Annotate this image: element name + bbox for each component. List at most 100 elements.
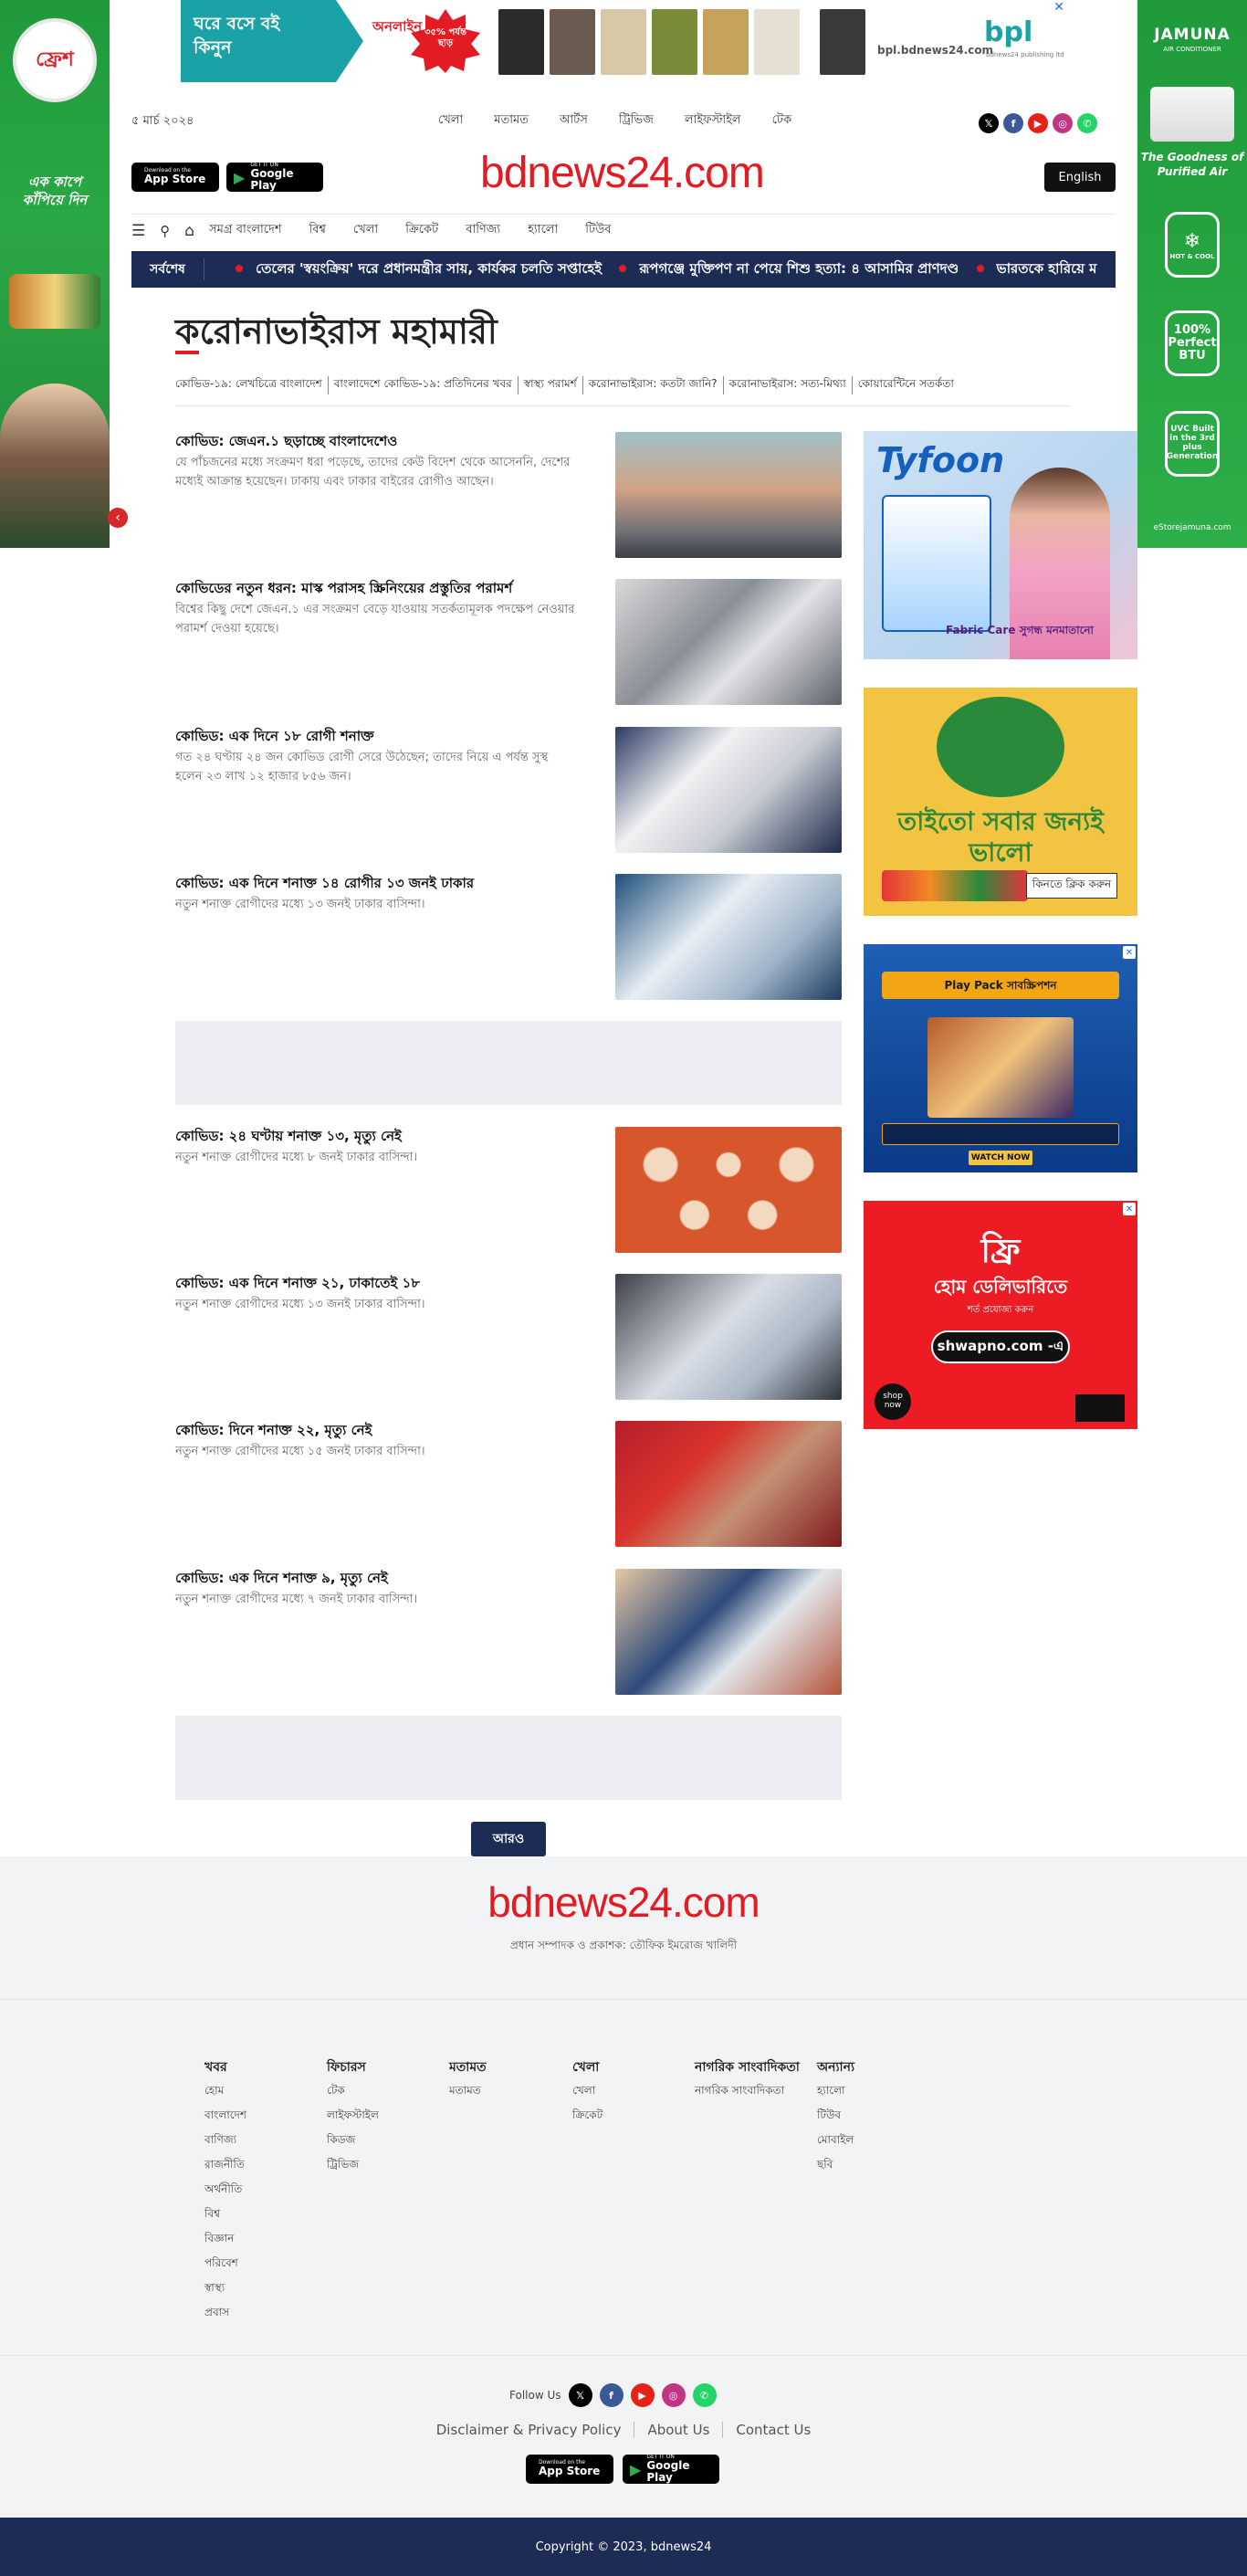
home-icon[interactable]: ⌂ xyxy=(184,222,194,240)
watch-now-button[interactable]: WATCH NOW xyxy=(969,1151,1032,1165)
nav-item[interactable]: বিশ্ব xyxy=(309,221,326,240)
nav-item[interactable]: টিউব xyxy=(585,221,611,240)
left-skin-ad[interactable]: ফ্রেশ এক কাপে কাঁপিয়ে দিন xyxy=(0,0,110,548)
footer-link[interactable]: বিশ্ব xyxy=(204,2206,323,2224)
menu-icon[interactable]: ☰ xyxy=(131,222,145,240)
footer-column-title[interactable]: খেলা xyxy=(572,2059,691,2076)
book-cover[interactable] xyxy=(652,9,697,75)
topnav-item[interactable]: টেক xyxy=(772,111,791,131)
footer-column-title[interactable]: অন্যান্য xyxy=(817,2059,936,2076)
ticker-item[interactable]: রূপগঞ্জে মুক্তিপণ না পেয়ে শিশু হত্যা: ৪… xyxy=(639,260,959,277)
story-title[interactable]: কোভিড: এক দিনে শনাক্ত ৯, মৃত্যু নেই xyxy=(175,1569,577,1588)
story-item[interactable]: কোভিড: এক দিনে শনাক্ত ২১, ঢাকাতেই ১৮ নতু… xyxy=(175,1274,842,1402)
story-title[interactable]: কোভিড: দিনে শনাক্ত ২২, মৃত্যু নেই xyxy=(175,1421,577,1440)
shwapno-link[interactable]: shwapno.com -এ xyxy=(931,1330,1070,1363)
youtube-icon[interactable]: ▶ xyxy=(630,2383,655,2407)
topnav-item[interactable]: ট্রিভিজ xyxy=(619,111,654,131)
youtube-icon[interactable]: ▶ xyxy=(1028,113,1048,133)
story-title[interactable]: কোভিডের নতুন ধরন: মাস্ক পরাসহ স্ক্রিনিংয… xyxy=(175,579,577,598)
story-title[interactable]: কোভিড: ২৪ ঘণ্টায় শনাক্ত ১৩, মৃত্যু নেই xyxy=(175,1127,577,1146)
topnav-item[interactable]: আর্টস xyxy=(560,111,588,131)
subnav-item[interactable]: স্বাস্থ্য পরামর্শ xyxy=(519,376,583,394)
footer-link[interactable]: বাণিজ্য xyxy=(204,2132,323,2150)
subnav-item[interactable]: কোয়ারেন্টিনে সতর্কতা xyxy=(853,376,959,394)
more-button[interactable]: আরও xyxy=(471,1822,546,1856)
story-thumbnail[interactable] xyxy=(615,1421,842,1547)
book-cover[interactable] xyxy=(703,9,749,75)
story-thumbnail[interactable] xyxy=(615,579,842,705)
footer-logo[interactable]: bdnews24.com xyxy=(0,1877,1247,1927)
close-icon[interactable]: ✕ xyxy=(1053,0,1064,15)
contact-link[interactable]: Contact Us xyxy=(723,2422,823,2438)
topnav-item[interactable]: লাইফস্টাইল xyxy=(685,111,741,131)
footer-link[interactable]: নাগরিক সাংবাদিকতা xyxy=(695,2083,813,2101)
story-item[interactable]: কোভিড: এক দিনে শনাক্ত ৯, মৃত্যু নেই নতুন… xyxy=(175,1569,842,1697)
google-play-button[interactable]: ▶ GET IT ON Google Play xyxy=(226,162,323,192)
app-store-button[interactable]: Download on the App Store xyxy=(131,163,219,192)
footer-link[interactable]: পরিবেশ xyxy=(204,2255,323,2274)
book-cover[interactable] xyxy=(820,9,865,75)
story-title[interactable]: কোভিড: জেএন.১ ছড়াচ্ছে বাংলাদেশেও xyxy=(175,432,577,451)
subnav-item[interactable]: করোনাভাইরাস: সত্য-মিথ্যা xyxy=(724,376,853,394)
instagram-icon[interactable]: ◎ xyxy=(1053,113,1073,133)
chevron-left-icon[interactable]: ‹ xyxy=(108,508,128,528)
footer-link[interactable]: রাজনীতি xyxy=(204,2157,323,2175)
story-thumbnail[interactable] xyxy=(615,1127,842,1253)
subnav-item[interactable]: করোনাভাইরাস: কতটা জানি? xyxy=(583,376,724,394)
footer-column-title[interactable]: নাগরিক সাংবাদিকতা xyxy=(695,2059,813,2076)
footer-link[interactable]: ছবি xyxy=(817,2157,936,2175)
footer-link[interactable]: কিডজ xyxy=(327,2132,445,2150)
footer-link[interactable]: স্বাস্থ্য xyxy=(204,2280,323,2298)
shop-now-badge[interactable]: shop now xyxy=(875,1383,911,1420)
story-title[interactable]: কোভিড: এক দিনে শনাক্ত ২১, ঢাকাতেই ১৮ xyxy=(175,1274,577,1293)
footer-link[interactable]: বাংলাদেশ xyxy=(204,2108,323,2126)
tyfoon-ad[interactable]: Tyfoon Fabric Care সুগন্ধ মনমাতানো xyxy=(864,431,1137,659)
footer-link[interactable]: হ্যালো xyxy=(817,2083,936,2101)
instagram-icon[interactable]: ◎ xyxy=(661,2383,686,2407)
book-cover[interactable] xyxy=(498,9,544,75)
footer-link[interactable]: খেলা xyxy=(572,2083,691,2101)
story-title[interactable]: কোভিড: এক দিনে ১৮ রোগী শনাক্ত xyxy=(175,727,577,746)
footer-link[interactable]: হোম xyxy=(204,2083,323,2101)
footer-column-title[interactable]: খবর xyxy=(204,2059,323,2076)
nav-item[interactable]: ক্রিকেট xyxy=(405,221,438,240)
whatsapp-icon[interactable]: ✆ xyxy=(692,2383,717,2407)
shwapno-ad[interactable]: ফ্রি হোম ডেলিভারিতে শর্ত প্রযোজ্য করুন s… xyxy=(864,1201,1137,1429)
top-banner-ad[interactable]: ঘরে বসে বই কিনুন অনলাইন অর্ডারে ৩৫% পর্য… xyxy=(181,0,1066,82)
story-thumbnail[interactable] xyxy=(615,1569,842,1695)
footer-link[interactable]: ট্রিভিজ xyxy=(327,2157,445,2175)
nav-item[interactable]: বাণিজ্য xyxy=(466,221,500,240)
book-cover[interactable] xyxy=(601,9,646,75)
story-item[interactable]: কোভিড: দিনে শনাক্ত ২২, মৃত্যু নেই নতুন শ… xyxy=(175,1421,842,1549)
right-skin-ad[interactable]: JAMUNA AIR CONDITIONER The Goodness of P… xyxy=(1137,0,1247,548)
disclaimer-link[interactable]: Disclaimer & Privacy Policy xyxy=(424,2422,635,2438)
pran-ad[interactable]: তাইতো সবার জন্যই ভালো কিনতে ক্লিক করুন xyxy=(864,688,1137,916)
whatsapp-icon[interactable]: ✆ xyxy=(1077,113,1097,133)
story-thumbnail[interactable] xyxy=(615,432,842,558)
story-item[interactable]: কোভিড: এক দিনে শনাক্ত ১৪ রোগীর ১৩ জনই ঢা… xyxy=(175,874,842,1002)
subnav-item[interactable]: কোভিড-১৯: লেখচিত্রে বাংলাদেশ xyxy=(175,376,329,394)
about-link[interactable]: About Us xyxy=(634,2422,724,2438)
story-title[interactable]: কোভিড: এক দিনে শনাক্ত ১৪ রোগীর ১৩ জনই ঢা… xyxy=(175,874,577,893)
footer-link[interactable]: মতামত xyxy=(449,2083,568,2101)
story-item[interactable]: কোভিডের নতুন ধরন: মাস্ক পরাসহ স্ক্রিনিংয… xyxy=(175,579,842,707)
subnav-item[interactable]: বাংলাদেশে কোভিড-১৯: প্রতিদিনের খবর xyxy=(329,376,519,394)
google-play-button[interactable]: ▶ GET IT ON Google Play xyxy=(623,2454,719,2484)
ad-info-icon[interactable]: ✕ xyxy=(1123,946,1136,959)
story-thumbnail[interactable] xyxy=(615,727,842,853)
playpack-ad[interactable]: Play Pack সাবস্ক্রিপশন WATCH NOW ✕ xyxy=(864,944,1137,1172)
footer-link[interactable]: অর্থনীতি xyxy=(204,2182,323,2200)
footer-link[interactable]: টেক xyxy=(327,2083,445,2101)
footer-link[interactable]: প্রবাস xyxy=(204,2305,323,2323)
story-thumbnail[interactable] xyxy=(615,1274,842,1400)
search-icon[interactable]: ⚲ xyxy=(160,223,170,239)
ticker-item[interactable]: ভারতকে হারিয়ে ম xyxy=(997,260,1097,277)
english-button[interactable]: English xyxy=(1044,163,1116,192)
story-thumbnail[interactable] xyxy=(615,874,842,1000)
book-cover[interactable] xyxy=(550,9,595,75)
story-item[interactable]: কোভিড: ২৪ ঘণ্টায় শনাক্ত ১৩, মৃত্যু নেই … xyxy=(175,1127,842,1255)
x-icon[interactable]: 𝕏 xyxy=(979,113,999,133)
nav-item[interactable]: হ্যালো xyxy=(528,221,558,240)
footer-link[interactable]: লাইফস্টাইল xyxy=(327,2108,445,2126)
x-icon[interactable]: 𝕏 xyxy=(568,2383,592,2407)
